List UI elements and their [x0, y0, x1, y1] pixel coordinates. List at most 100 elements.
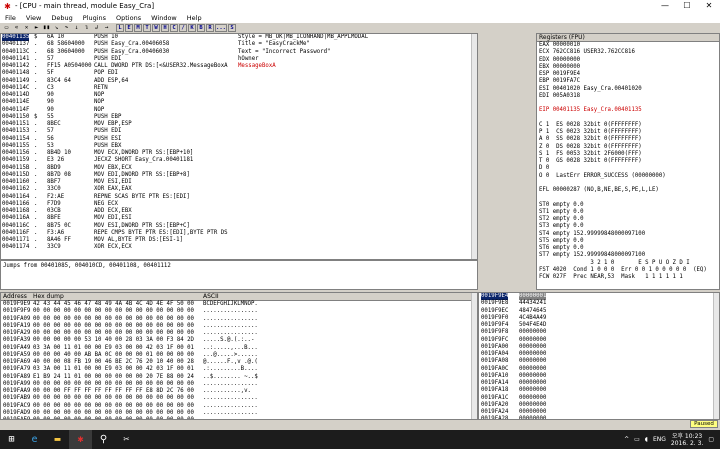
register-line[interactable]: EDI 005A0318: [537, 93, 719, 100]
dump-col-ascii[interactable]: ASCII: [203, 293, 219, 301]
disasm-row[interactable]: 00401166. F7D9 NEG ECX: [1, 201, 477, 208]
register-line[interactable]: FCW 027F Prec NEAR,53 Mask 1 1 1 1 1 1: [537, 274, 719, 281]
disasm-row[interactable]: 00401149. 83C4 64 ADD ESP,64: [1, 78, 477, 85]
trace-into-icon[interactable]: ↓: [72, 24, 81, 32]
goto-icon[interactable]: →: [102, 24, 111, 32]
register-line[interactable]: ST5 empty 0.0: [537, 238, 719, 245]
disassembly-scrollbar[interactable]: [471, 34, 477, 259]
register-line[interactable]: T 0 GS 0028 32bit 0(FFFFFFFF): [537, 158, 719, 165]
disasm-row[interactable]: 00401159. E3 26 JECXZ SHORT Easy_Cra.00401…: [1, 157, 477, 164]
disasm-row[interactable]: 00401150 $55 PUSH EBP: [1, 114, 477, 121]
trace-over-icon[interactable]: ↴: [82, 24, 91, 32]
disasm-row[interactable]: 00401153. 57 PUSH EDI: [1, 128, 477, 135]
disasm-row[interactable]: 0040114C. C3 RETN: [1, 85, 477, 92]
disassembly-pane[interactable]: 00401135 $6A 10 PUSH 10 Style = MB_OK|MB_IC…: [0, 33, 478, 260]
disasm-row[interactable]: 00401160. 8BF7 MOV ESI,EDI: [1, 179, 477, 186]
dump-row[interactable]: 0019FAA9 00 00 00 FF FF FF FF FF FF FF FF…: [1, 388, 477, 395]
disasm-row[interactable]: 00401168. 03CB ADD ECX,EBX: [1, 208, 477, 215]
disasm-row[interactable]: 00401142. FF15 A0504000 CALL DWORD PTR DS:…: [1, 63, 477, 70]
toolbar-runtrace-button[interactable]: ...: [215, 24, 227, 32]
register-line[interactable]: EBP 0019FA7C: [537, 78, 719, 85]
disasm-row[interactable]: 0040116F. F3:A6 REPE CMPS BYTE PTR ES:[EDI…: [1, 230, 477, 237]
register-line[interactable]: ST2 empty 0.0: [537, 216, 719, 223]
ollydbg-icon[interactable]: ✱: [69, 430, 92, 449]
menu-plugins[interactable]: Plugins: [78, 14, 111, 22]
stack-row[interactable]: 0019FA18 00000000: [479, 387, 719, 394]
register-line[interactable]: [537, 115, 719, 122]
dump-row[interactable]: 0019F9F9 00 00 00 00 00 00 00 00 00 00 00…: [1, 308, 477, 315]
menu-file[interactable]: File: [0, 14, 21, 22]
dump-row[interactable]: 0019F9E9 42 43 44 45 46 47 48 49 4A 4B 4C…: [1, 301, 477, 308]
toolbar-threads-button[interactable]: T: [143, 24, 151, 32]
stack-row[interactable]: 0019FA1C 00000000: [479, 395, 719, 402]
stack-scrollbar[interactable]: [713, 293, 719, 419]
disasm-row[interactable]: 00401151. 8BEC MOV EBP,ESP: [1, 121, 477, 128]
stack-row[interactable]: 0019F9EC 48474645: [479, 308, 719, 315]
stack-row[interactable]: 0019FA08 00000000: [479, 358, 719, 365]
toolbar-callstack-button[interactable]: K: [188, 24, 196, 32]
dump-row[interactable]: 0019FA79 03 3A 00 11 01 00 00 E9 03 00 00…: [1, 366, 477, 373]
disasm-row[interactable]: 0040114F 90 NOP: [1, 107, 477, 114]
disasm-row[interactable]: 00401162. 33C0 XOR EAX,EAX: [1, 186, 477, 193]
dump-row[interactable]: 0019FAB9 00 00 00 00 00 00 00 00 00 00 00…: [1, 395, 477, 402]
register-line[interactable]: A 0 SS 0028 32bit 0(FFFFFFFF): [537, 136, 719, 143]
menu-options[interactable]: Options: [111, 14, 146, 22]
stack-row[interactable]: 0019F9F8 00000000: [479, 329, 719, 336]
register-line[interactable]: ST7 empty 152.99999848000097100: [537, 252, 719, 259]
dump-scrollbar[interactable]: [471, 293, 477, 419]
explorer-icon[interactable]: ▬: [46, 430, 69, 449]
disasm-row[interactable]: 0040116A. 8BFE MOV EDI,ESI: [1, 215, 477, 222]
dump-row[interactable]: 0019FA09 00 00 00 00 00 00 00 00 00 00 00…: [1, 316, 477, 323]
disasm-row[interactable]: 00401154. 56 PUSH ESI: [1, 136, 477, 143]
search-icon[interactable]: ⚲: [92, 430, 115, 449]
toolbar-memory-button[interactable]: M: [134, 24, 142, 32]
register-line[interactable]: O 0 LastErr ERROR_SUCCESS (00000000): [537, 173, 719, 180]
dump-row[interactable]: 0019FA49 03 3A 00 11 01 00 00 E9 03 00 00…: [1, 345, 477, 352]
register-line[interactable]: EAX 00000010: [537, 42, 719, 49]
stack-row[interactable]: 0019F9F0 4C4B4A49: [479, 315, 719, 322]
run-icon[interactable]: ►: [32, 24, 41, 32]
stack-pane[interactable]: 0019F9E4 00000001 0019F9E8 44434241 0019F9EC…: [478, 292, 720, 420]
toolbar-windows-button[interactable]: W: [152, 24, 160, 32]
disasm-row[interactable]: 00401171. 8A46 FF MOV AL,BYTE PTR DS:[ESI-…: [1, 237, 477, 244]
disasm-row[interactable]: 00401135 $6A 10 PUSH 10 Style = MB_OK|MB_IC…: [1, 34, 477, 42]
register-line[interactable]: S 1 FS 0053 32bit 2F6000(FFF): [537, 151, 719, 158]
toolbar-log-button[interactable]: L: [116, 24, 124, 32]
open-icon[interactable]: ▭: [2, 24, 11, 32]
register-line[interactable]: C 1 ES 0028 32bit 0(FFFFFFFF): [537, 122, 719, 129]
disasm-row[interactable]: 00401156. 8B4D 10 MOV ECX,DWORD PTR SS:[EB…: [1, 150, 477, 157]
disasm-row[interactable]: 00401164. F2:AE REPNE SCAS BYTE PTR ES:[ED…: [1, 194, 477, 201]
disasm-row[interactable]: 00401148. 5F POP EDI: [1, 70, 477, 77]
stack-row[interactable]: 0019FA10 00000000: [479, 373, 719, 380]
toolbar-source-button[interactable]: S: [228, 24, 236, 32]
execute-till-return-icon[interactable]: ↲: [92, 24, 101, 32]
registers-pane[interactable]: Registers (FPU) EAX 00000010 ECX 762CC816…: [536, 33, 720, 290]
register-line[interactable]: ST3 empty 0.0: [537, 223, 719, 230]
register-line[interactable]: EIP 00401135 Easy_Cra.00401135: [537, 107, 719, 114]
close-button[interactable]: ✕: [698, 0, 720, 12]
language-indicator[interactable]: ENG: [653, 436, 666, 443]
chevron-up-icon[interactable]: ^: [624, 436, 629, 443]
register-line[interactable]: ST1 empty 0.0: [537, 209, 719, 216]
pause-icon[interactable]: ▮▮: [42, 24, 51, 32]
disasm-row[interactable]: 0040115B. 8BD9 MOV EBX,ECX: [1, 165, 477, 172]
notification-icon[interactable]: ▢: [708, 436, 714, 443]
stack-row[interactable]: 0019FA14 00000000: [479, 380, 719, 387]
maximize-button[interactable]: ☐: [676, 0, 698, 12]
step-into-icon[interactable]: ↘: [52, 24, 61, 32]
register-line[interactable]: EFL 00000287 (NO,B,NE,BE,S,PE,L,LE): [537, 187, 719, 194]
menu-help[interactable]: Help: [182, 14, 207, 22]
disasm-row[interactable]: 00401174. 33C9 XOR ECX,ECX: [1, 244, 477, 251]
menu-view[interactable]: View: [21, 14, 46, 22]
stack-row[interactable]: 0019F9E8 44434241: [479, 300, 719, 307]
dump-row[interactable]: 0019FAE9 00 00 00 00 00 00 00 00 00 00 00…: [1, 417, 477, 419]
stack-row[interactable]: 0019FA24 00000000: [479, 409, 719, 416]
register-line[interactable]: ST4 empty 152.99999848000097100: [537, 231, 719, 238]
stack-row[interactable]: 0019F9E4 00000001: [479, 293, 719, 301]
start-icon[interactable]: ⊞: [0, 430, 23, 449]
minimize-button[interactable]: —: [654, 0, 676, 12]
restart-icon[interactable]: «: [12, 24, 21, 32]
disasm-row[interactable]: 0040113C. 68 30604000 PUSH Easy_Cra.004060…: [1, 49, 477, 56]
menu-window[interactable]: Window: [146, 14, 182, 22]
toolbar-breakpoints-button[interactable]: B: [197, 24, 205, 32]
